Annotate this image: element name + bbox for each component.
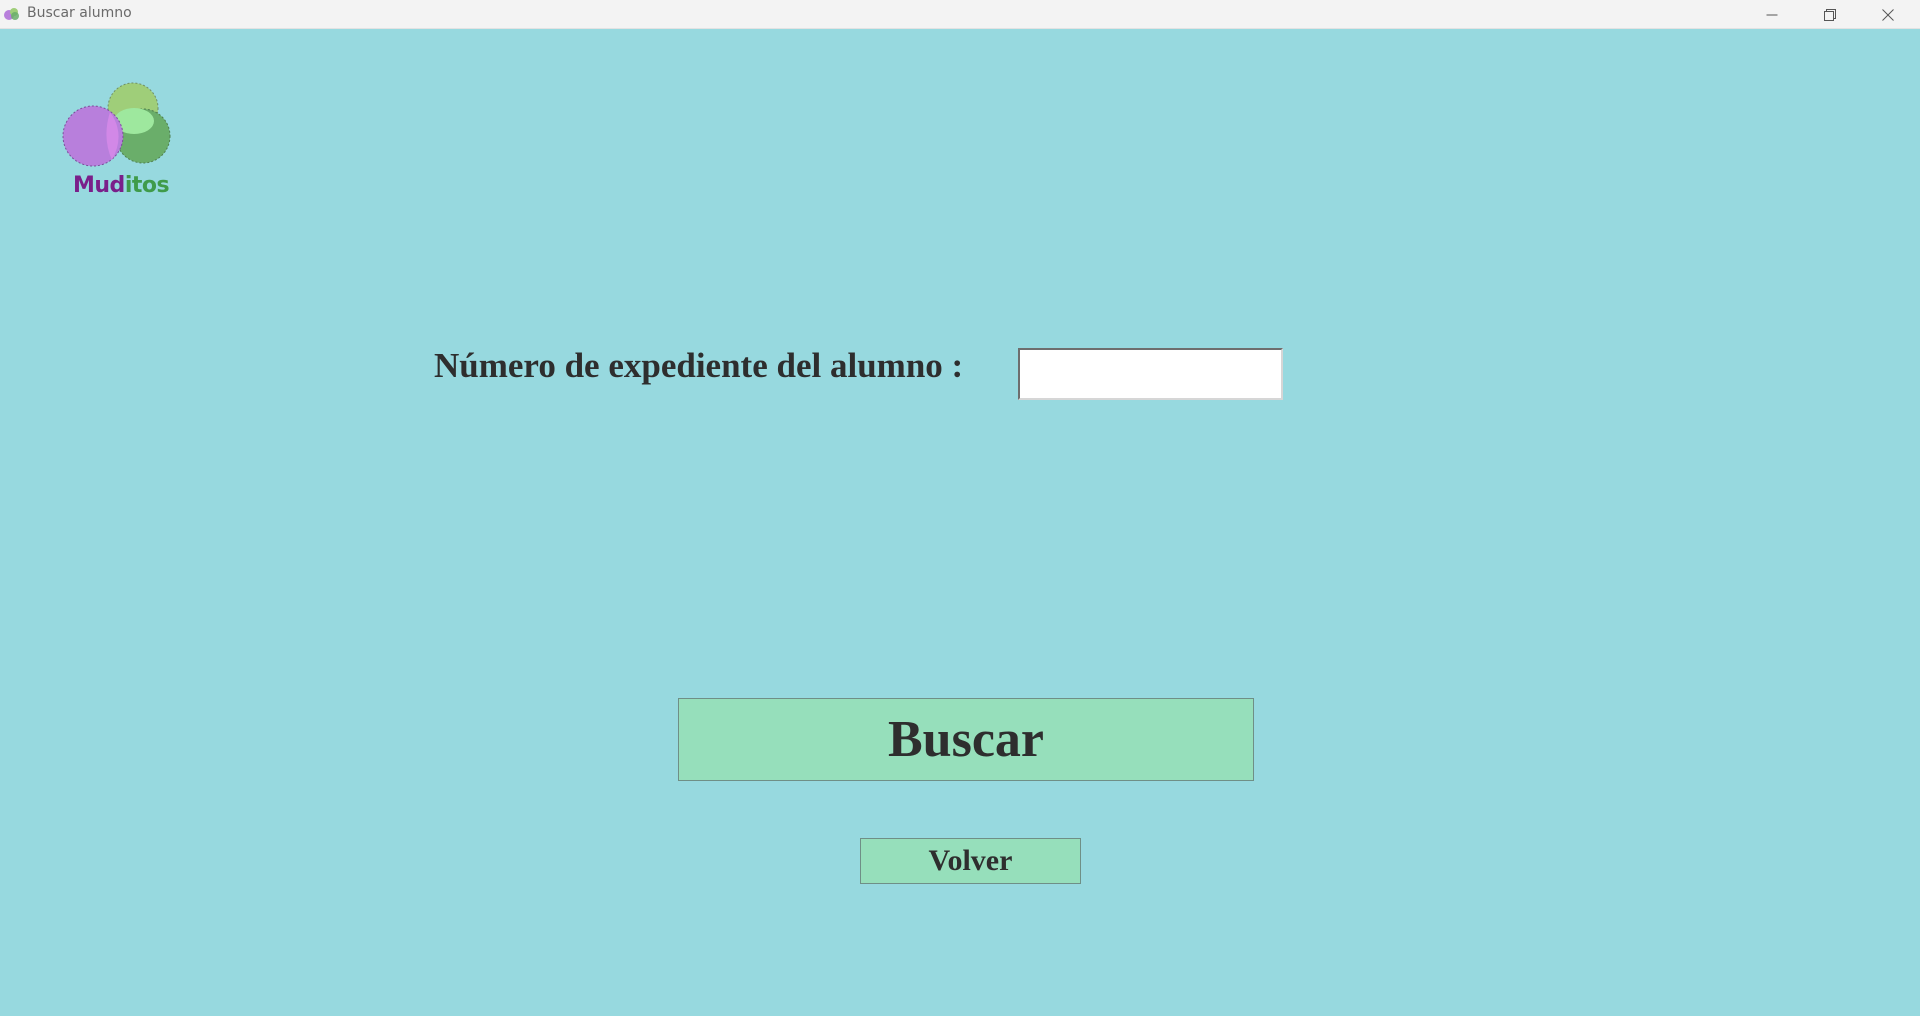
minimize-icon [1766, 14, 1778, 15]
title-bar[interactable]: Buscar alumno [0, 0, 1920, 29]
expediente-input[interactable] [1018, 348, 1283, 400]
close-icon [1882, 8, 1894, 21]
search-button[interactable]: Buscar [678, 698, 1254, 781]
close-button[interactable] [1859, 0, 1917, 29]
search-button-label: Buscar [888, 711, 1044, 768]
app-logo-icon [4, 8, 19, 20]
app-window: Buscar alumno Muditos Número de expedien… [0, 0, 1920, 1016]
back-button-label: Volver [928, 844, 1013, 877]
expediente-label: Número de expediente del alumno : [434, 346, 964, 385]
logo-wordmark-part1: Mud [73, 173, 125, 198]
window-title: Buscar alumno [27, 5, 132, 21]
logo-wordmark: Muditos [73, 173, 170, 198]
logo-wordmark-part2: itos [124, 173, 170, 198]
back-button[interactable]: Volver [860, 838, 1081, 884]
restore-icon [1824, 8, 1836, 21]
minimize-button[interactable] [1743, 0, 1801, 29]
restore-button[interactable] [1801, 0, 1859, 29]
